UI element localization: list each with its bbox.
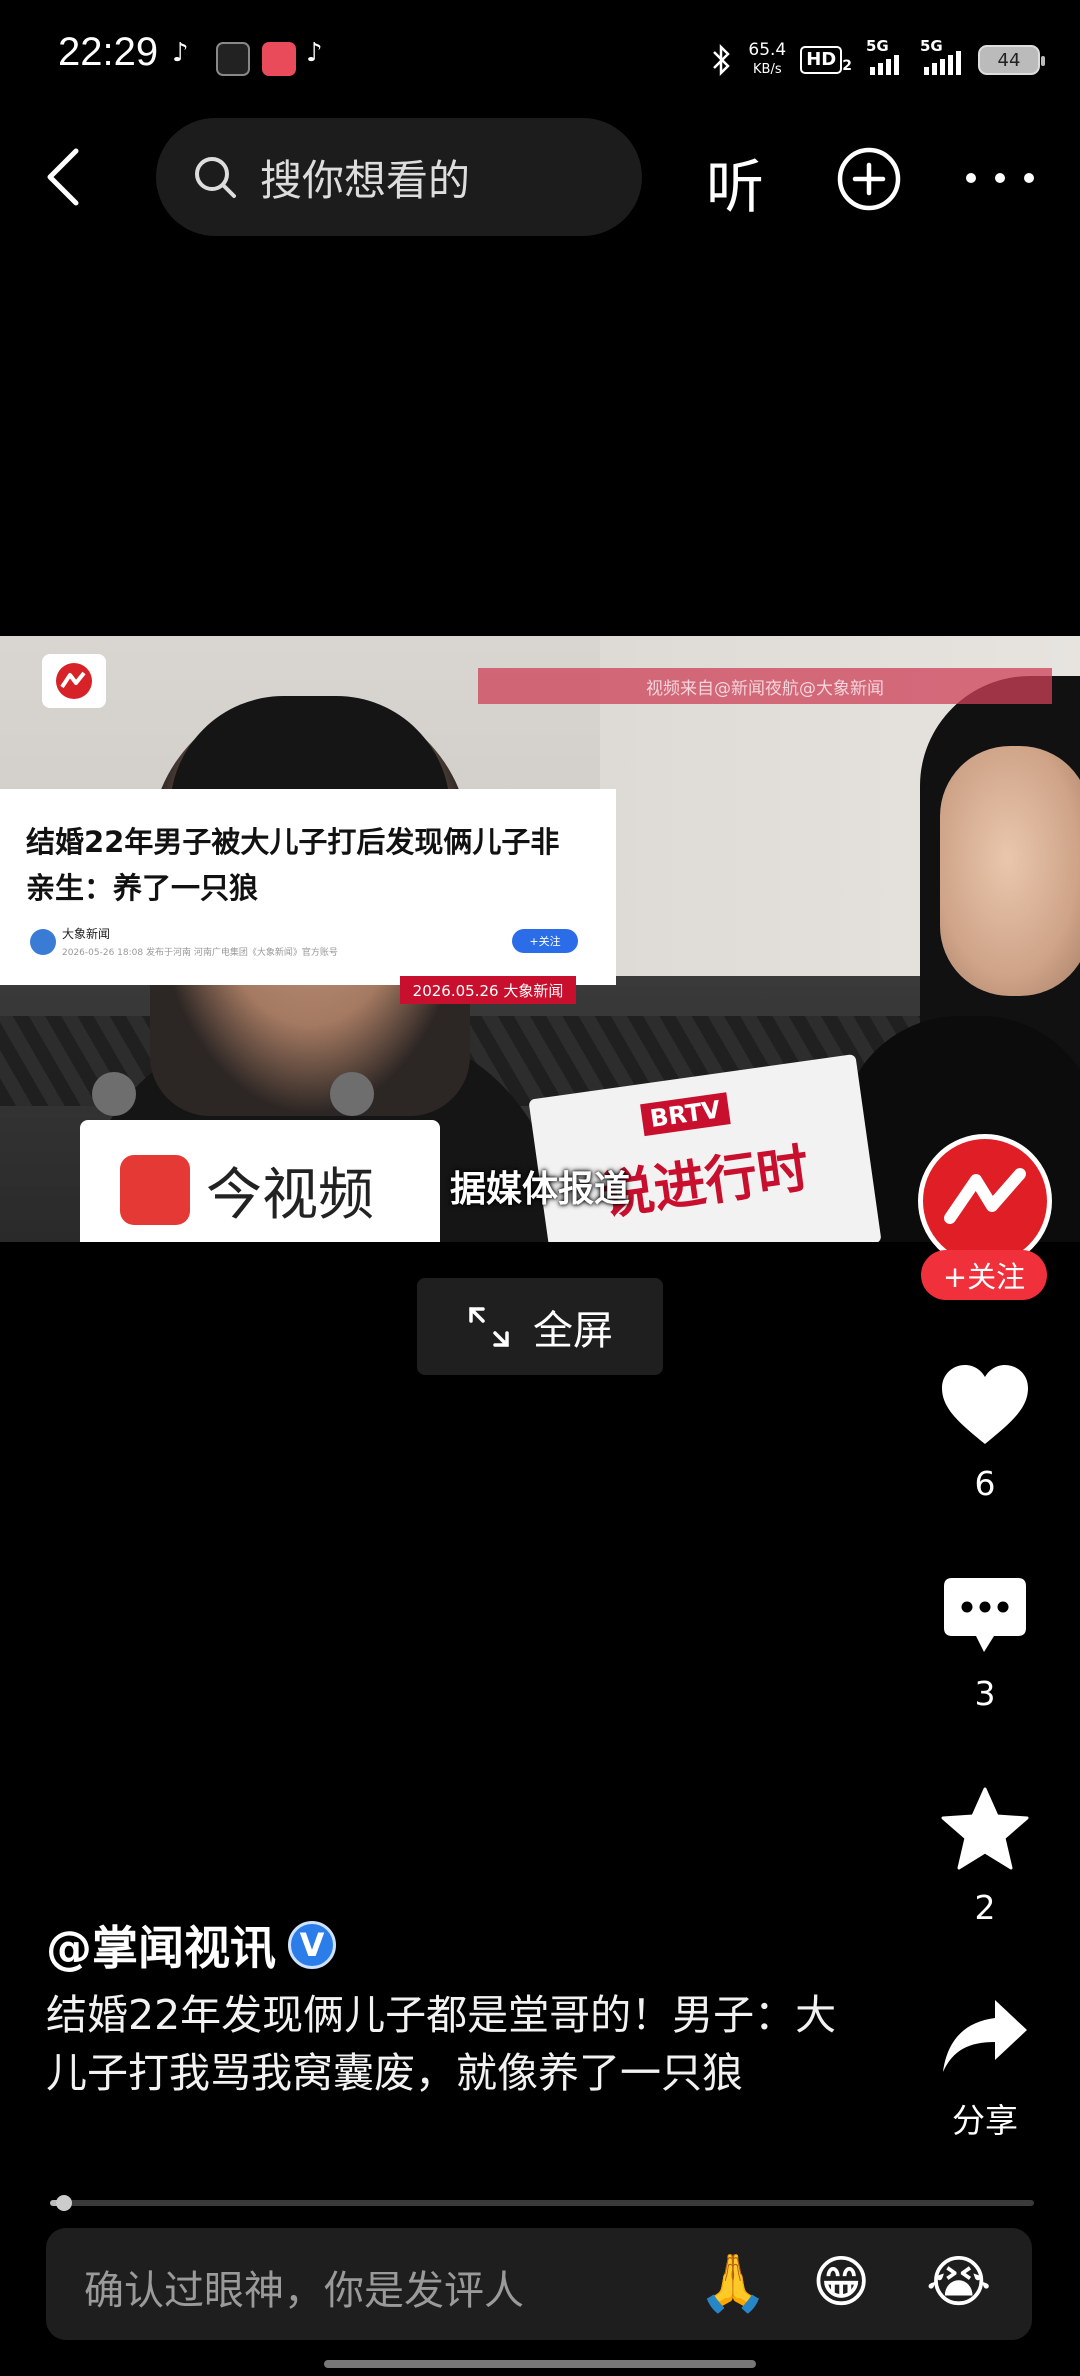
expand-icon	[469, 1306, 509, 1347]
news-card: 结婚22年男子被大儿子打后发现俩儿子非亲生：养了一只狼 大象新闻 2026-05…	[0, 789, 616, 985]
progress-knob[interactable]	[56, 2195, 72, 2211]
hd-sub: 2	[842, 58, 852, 74]
comment-count: 3	[974, 1674, 996, 1713]
author-name[interactable]: @掌闻视讯 V	[46, 1912, 336, 1978]
share-arrow-icon	[943, 2000, 1027, 2072]
brtv-badge: BRTV	[640, 1092, 731, 1137]
comment-button[interactable]: 3	[910, 1574, 1060, 1713]
like-button[interactable]: 6	[910, 1362, 1060, 1503]
music-app-icon: ♪	[172, 38, 189, 68]
more-options-icon[interactable]	[966, 168, 1034, 188]
status-bar: 22:29 ♪ ♪ 65.4 KB/s HD 2 5G 5G 44	[0, 0, 1080, 118]
hd-badge: HD	[800, 46, 843, 74]
search-input[interactable]: 搜你想看的	[156, 118, 642, 236]
favorite-count: 2	[974, 1888, 996, 1927]
network-speed-value: 65.4	[748, 40, 787, 60]
comment-input[interactable]: 确认过眼神，你是发评人 🙏 😁 😭	[46, 2228, 1032, 2340]
signal2-label: 5G	[920, 37, 943, 55]
fullscreen-button[interactable]: 全屏	[417, 1278, 663, 1375]
search-placeholder: 搜你想看的	[260, 155, 471, 205]
back-arrow-icon[interactable]	[40, 145, 96, 209]
video-source-band: 视频来自@新闻夜航@大象新闻	[478, 668, 1052, 704]
microphone	[92, 1072, 136, 1116]
news-follow-badge: +关注	[512, 929, 578, 953]
comment-placeholder: 确认过眼神，你是发评人	[84, 2268, 524, 2314]
heart-icon	[942, 1365, 1028, 1444]
add-circle-icon[interactable]	[836, 146, 902, 212]
microphone	[330, 1072, 374, 1116]
follow-button[interactable]: +关注	[921, 1250, 1047, 1300]
news-source-meta: 2026-05-26 18:08 发布于河南 河南广电集团《大象新闻》官方账号	[62, 948, 338, 958]
author-handle[interactable]: @掌闻视讯	[46, 1912, 276, 1978]
status-time: 22:29	[58, 30, 159, 74]
share-label: 分享	[952, 2101, 1018, 2140]
battery-icon: 44	[978, 45, 1045, 75]
battery-level: 44	[997, 49, 1021, 71]
home-indicator[interactable]	[324, 2360, 756, 2368]
hd-indicator: HD 2	[800, 46, 852, 74]
video-description[interactable]: 结婚22年发现俩儿子都是堂哥的！男子：大儿子打我骂我窝囊废，就像养了一只狼	[46, 1986, 846, 2102]
favorite-button[interactable]: 2	[910, 1786, 1060, 1927]
bluetooth-icon	[713, 43, 731, 77]
video-progress-bar[interactable]	[50, 2195, 1034, 2211]
fullscreen-label: 全屏	[533, 1307, 613, 1354]
verified-badge-icon: V	[288, 1921, 336, 1969]
signal-icon-sim1: 5G	[866, 37, 906, 75]
tiktok-app-icon: ♪	[306, 38, 323, 68]
clown-app-icon	[262, 42, 296, 76]
search-icon	[195, 157, 236, 198]
status-indicators: 65.4 KB/s HD 2 5G 5G 44	[710, 36, 1045, 84]
comment-bubble-icon	[944, 1578, 1026, 1652]
video-player[interactable]: 视频来自@新闻夜航@大象新闻 结婚22年男子被大儿子打后发现俩儿子非亲生：养了一…	[0, 636, 1080, 1242]
signal-icon-sim2: 5G	[920, 37, 964, 75]
news-headline: 结婚22年男子被大儿子打后发现俩儿子非亲生：养了一只狼	[26, 825, 560, 905]
soul-app-icon	[216, 42, 250, 76]
network-speed-unit: KB/s	[753, 62, 782, 77]
channel-watermark-logo	[42, 654, 106, 708]
emoji-grin[interactable]: 😁	[812, 2250, 870, 2315]
share-button[interactable]: 分享	[910, 1996, 1060, 2142]
emoji-pray[interactable]: 🙏	[698, 2250, 768, 2316]
signal1-label: 5G	[866, 37, 889, 55]
news-source-icon	[30, 929, 56, 955]
date-tag: 2026.05.26 大象新闻	[400, 976, 576, 1004]
news-source-name: 大象新闻	[62, 927, 111, 941]
listen-button[interactable]: 听	[706, 140, 764, 224]
star-icon	[941, 1787, 1029, 1870]
author-avatar[interactable]	[918, 1134, 1052, 1268]
like-count: 6	[974, 1464, 996, 1503]
emoji-cry[interactable]: 😭	[926, 2250, 991, 2315]
network-speed: 65.4 KB/s	[748, 40, 786, 80]
